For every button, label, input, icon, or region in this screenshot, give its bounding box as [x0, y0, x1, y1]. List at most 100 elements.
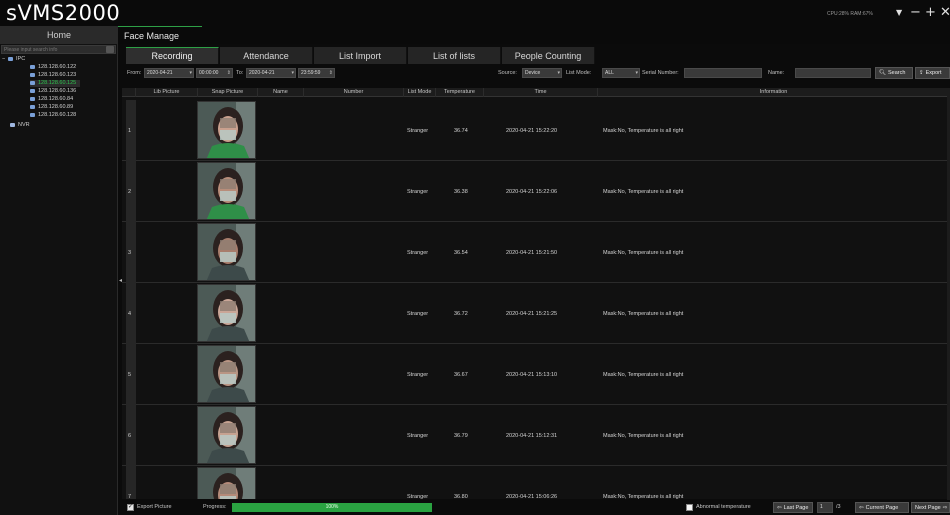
snap-picture[interactable] [197, 162, 256, 220]
column-lib-picture[interactable]: Lib Picture [136, 88, 198, 97]
next-page-button[interactable]: Next Page ⇨ [911, 502, 950, 513]
last-page-button[interactable]: ⇦ Last Page [773, 502, 813, 513]
row-number-cell: 6 [126, 405, 136, 466]
current-page-label: Current Page [865, 504, 899, 511]
maximize-button[interactable]: + [925, 5, 936, 20]
table-row[interactable]: 7 Stranger 36.80 2020-04-21 15:06:26 Mask:No… [122, 466, 950, 499]
list-mode-label: List Mode: [566, 70, 592, 76]
to-date-picker[interactable]: 2020-04-21 ▾ [246, 68, 296, 78]
device-tree-item[interactable]: 128.128.60.122 [30, 64, 80, 71]
export-picture-checkbox[interactable] [127, 503, 134, 511]
title-bar: sVMS2000 CPU:28% RAM:67% ▼ − + ✕ [0, 0, 950, 26]
spinner-icon: ⇕ [328, 70, 333, 76]
row-number-cell: 7 [126, 466, 136, 499]
column-information[interactable]: Information [598, 88, 950, 97]
device-tree-label: 128.128.60.128 [38, 112, 77, 118]
row-number: 1 [128, 128, 132, 134]
device-tree-item[interactable]: 128.128.60.128 [30, 112, 80, 119]
device-tree-item[interactable]: − IPC [2, 56, 25, 63]
page-number-input[interactable]: 1 [817, 502, 833, 513]
minimize-button[interactable]: − [910, 5, 921, 20]
temperature-cell: 36.79 [454, 433, 468, 439]
tab-list-of-lists[interactable]: List of lists [408, 47, 501, 64]
row-number: 2 [128, 189, 132, 195]
search-icon[interactable] [106, 46, 114, 53]
export-button[interactable]: ⇪ Export [915, 67, 950, 79]
table-row[interactable]: 1 Stranger 36.74 2020-04-21 15:22:20 Mask:No… [122, 100, 950, 161]
from-time-spinner[interactable]: 00:00:00 ⇕ [196, 68, 233, 78]
menu-dropdown-icon[interactable]: ▼ [896, 8, 902, 17]
snap-picture[interactable] [197, 406, 256, 464]
snap-picture[interactable] [197, 467, 256, 499]
column-number[interactable]: Number [304, 88, 404, 97]
to-date-value: 2020-04-21 [249, 70, 275, 76]
device-tree-item[interactable]: 128.128.60.125 [30, 80, 81, 87]
row-number-header [122, 88, 136, 97]
temperature-cell: 36.54 [454, 250, 468, 256]
row-number: 6 [128, 433, 132, 439]
column-list-mode[interactable]: List Mode [404, 88, 436, 97]
tab-people-counting[interactable]: People Counting [502, 47, 595, 64]
current-page-button[interactable]: ⇦ Current Page [855, 502, 909, 513]
row-number: 7 [128, 494, 132, 499]
temperature-cell: 36.38 [454, 189, 468, 195]
device-search-input[interactable] [4, 46, 104, 53]
filter-bar: From: 2020-04-21 ▾ 00:00:00 ⇕ To: 2020-04-… [122, 67, 950, 80]
snap-picture[interactable] [197, 101, 256, 159]
time-cell: 2020-04-21 15:22:06 [506, 189, 558, 195]
table-row[interactable]: 4 Stranger 36.72 2020-04-21 15:21:25 Mask:No… [122, 283, 950, 344]
camera-icon [30, 80, 35, 85]
app-title: sVMS2000 [6, 1, 121, 25]
next-page-icon: ⇨ [942, 504, 948, 511]
column-time[interactable]: Time [484, 88, 598, 97]
row-number: 4 [128, 311, 132, 317]
snap-picture[interactable] [197, 345, 256, 403]
abnormal-temperature-label: Abnormal temperature [696, 504, 751, 510]
column-name[interactable]: Name [258, 88, 304, 97]
tab-attendance[interactable]: Attendance [220, 47, 313, 64]
search-icon: 🔍︎ [879, 70, 886, 76]
from-date-value: 2020-04-21 [147, 70, 173, 76]
device-tree-item[interactable]: 128.128.60.123 [30, 72, 80, 79]
time-cell: 2020-04-21 15:21:25 [506, 311, 558, 317]
tab-recording[interactable]: Recording [126, 47, 219, 64]
face-sub-tabs: Recording Attendance List Import List of… [126, 47, 950, 64]
device-tree-item[interactable]: 128.128.60.84 [30, 96, 77, 103]
table-row[interactable]: 3 Stranger 36.54 2020-04-21 15:21:50 Mask:No… [122, 222, 950, 283]
row-number-cell: 3 [126, 222, 136, 283]
list-mode-select[interactable]: ALL ▾ [602, 68, 640, 78]
time-cell: 2020-04-21 15:06:26 [506, 494, 558, 499]
to-time-spinner[interactable]: 23:59:59 ⇕ [298, 68, 335, 78]
snap-picture[interactable] [197, 223, 256, 281]
device-tree-item[interactable]: 128.128.60.136 [30, 88, 80, 95]
table-row[interactable]: 2 Stranger 36.38 2020-04-21 15:22:06 Mask:No… [122, 161, 950, 222]
nvr-icon [10, 122, 15, 127]
device-tree-label: 128.128.60.84 [38, 96, 74, 102]
row-number-cell: 1 [126, 100, 136, 161]
device-tree-item[interactable]: NVR [10, 122, 30, 129]
list-mode-cell: Stranger [407, 433, 429, 439]
search-button[interactable]: 🔍︎ Search [875, 67, 913, 79]
export-icon: ⇪ [919, 70, 924, 76]
last-page-label: Last Page [783, 504, 809, 511]
close-button[interactable]: ✕ [940, 5, 950, 20]
snap-picture[interactable] [197, 284, 256, 342]
progress-label: Progress: [203, 504, 227, 510]
name-input[interactable] [795, 68, 871, 78]
column-snap-picture[interactable]: Snap Picture [198, 88, 258, 97]
table-row[interactable]: 6 Stranger 36.79 2020-04-21 15:12:31 Mask:No… [122, 405, 950, 466]
camera-icon [30, 88, 35, 93]
device-tree-item[interactable]: 128.128.60.89 [30, 104, 77, 111]
device-tree-label: 128.128.60.123 [38, 72, 77, 78]
abnormal-temperature-checkbox[interactable] [686, 504, 693, 511]
serial-number-input[interactable] [684, 68, 762, 78]
table-row[interactable]: 5 Stranger 36.67 2020-04-21 15:13:10 Mask:No… [122, 344, 950, 405]
column-temperature[interactable]: Temperature [436, 88, 484, 97]
tab-list-import[interactable]: List Import [314, 47, 407, 64]
tab-face-manage[interactable]: Face Manage [118, 26, 202, 44]
temperature-cell: 36.67 [454, 372, 468, 378]
tab-home[interactable]: Home [0, 26, 118, 44]
source-select[interactable]: Device ▾ [522, 68, 562, 78]
from-date-picker[interactable]: 2020-04-21 ▾ [144, 68, 194, 78]
camera-icon [30, 104, 35, 109]
